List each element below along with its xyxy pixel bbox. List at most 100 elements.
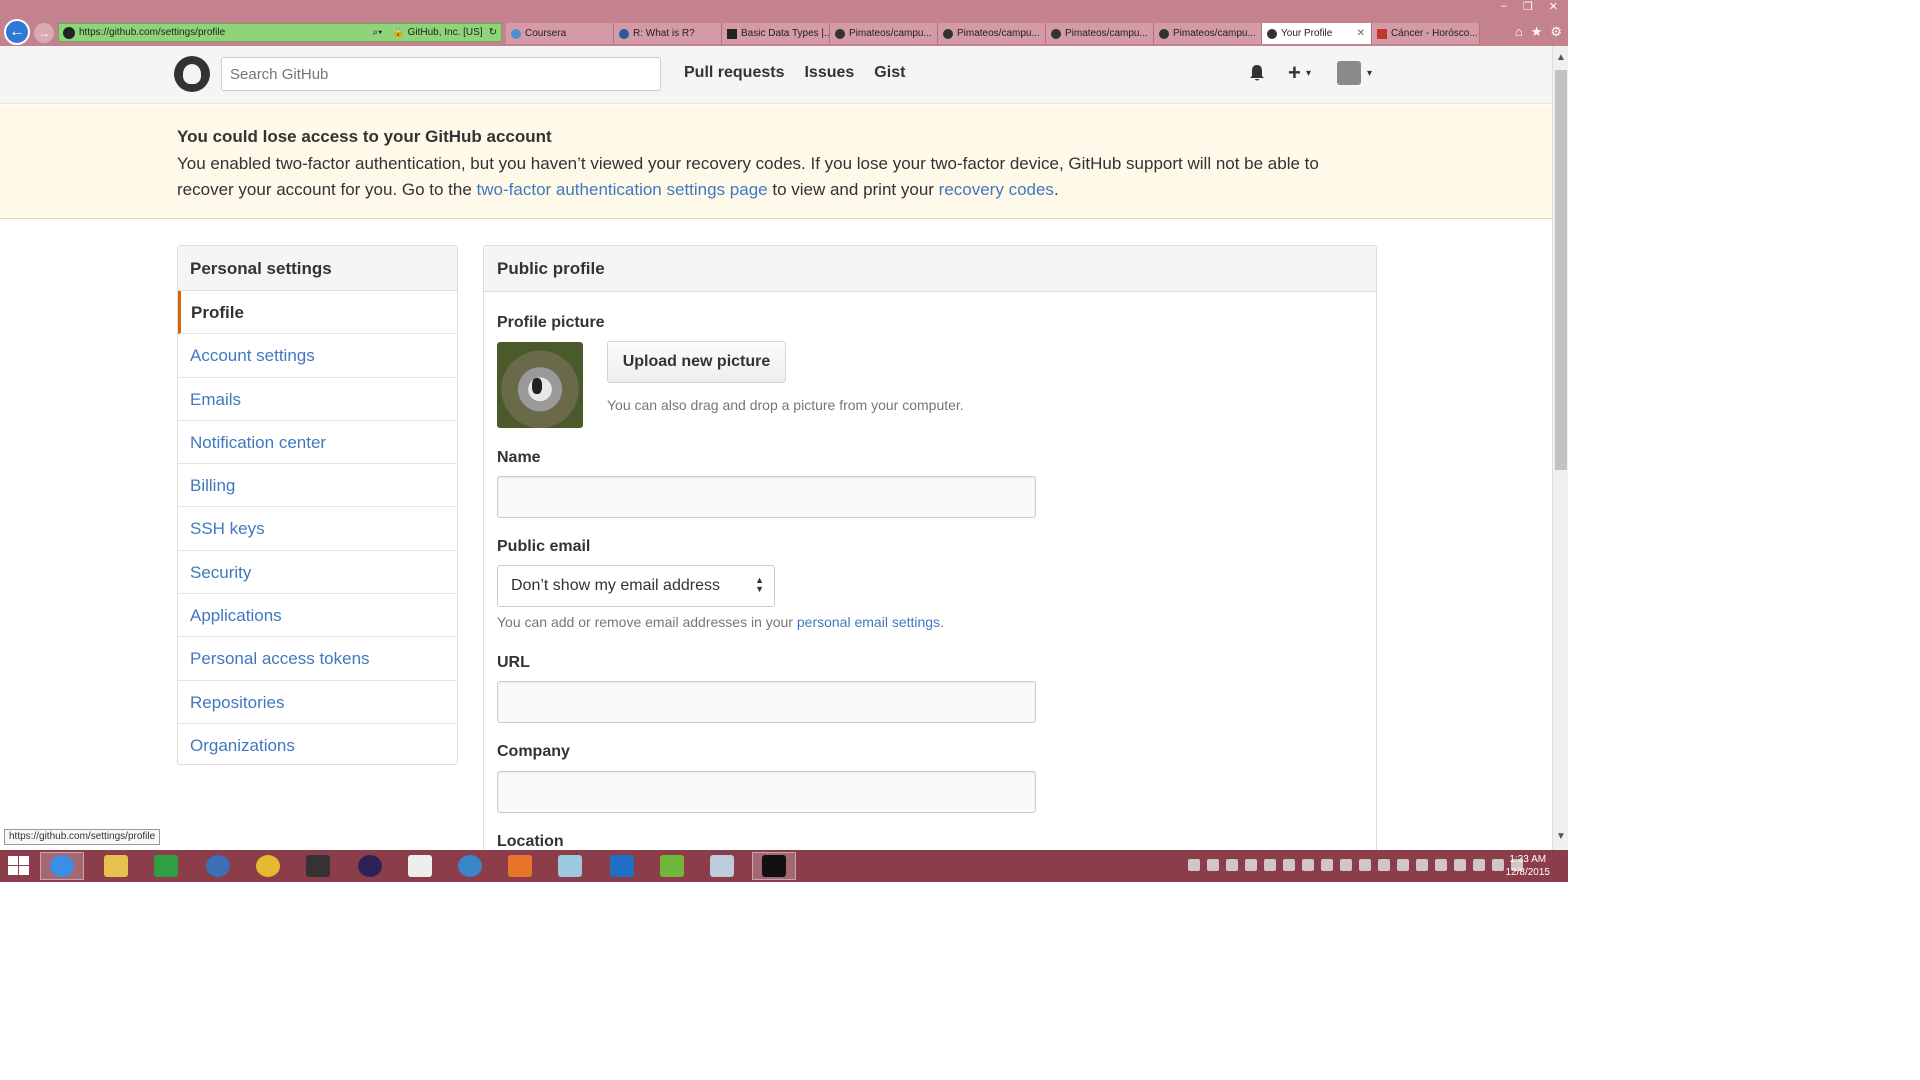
tray-icon[interactable] (1321, 859, 1333, 871)
store-icon[interactable] (144, 852, 188, 880)
home-icon[interactable]: ⌂ (1515, 24, 1523, 40)
close-tab-icon[interactable]: ✕ (1357, 28, 1365, 39)
certificate-label[interactable]: 🔒 GitHub, Inc. [US] (392, 27, 488, 38)
bell-icon[interactable] (1247, 63, 1267, 83)
sidebar-item-personal-access-tokens[interactable]: Personal access tokens (178, 637, 457, 681)
tray-icon[interactable] (1359, 859, 1371, 871)
restore-icon[interactable]: ❐ (1523, 0, 1533, 14)
paint-icon[interactable] (700, 852, 744, 880)
tray-icon[interactable] (1397, 859, 1409, 871)
evernote-icon[interactable] (650, 852, 694, 880)
tray-icon[interactable] (1435, 859, 1447, 871)
upload-picture-button[interactable]: Upload new picture (607, 341, 786, 383)
tab-pimateos-1[interactable]: Pimateos/campu... (830, 23, 938, 44)
profile-picture-label: Profile picture (497, 314, 605, 331)
internet-explorer-icon[interactable] (40, 852, 84, 880)
tab-what-is-r[interactable]: R: What is R? (614, 23, 722, 44)
tab-basic-data-types[interactable]: Basic Data Types |... (722, 23, 830, 44)
tray-icon[interactable] (1454, 859, 1466, 871)
nav-pull-requests[interactable]: Pull requests (684, 64, 784, 82)
panel-title: Public profile (484, 246, 1376, 292)
sidebar-item-organizations[interactable]: Organizations (178, 724, 457, 767)
windows-start-icon[interactable] (8, 856, 30, 876)
name-field[interactable] (497, 476, 1036, 518)
r-app-icon[interactable] (196, 852, 240, 880)
tray-icon[interactable] (1378, 859, 1390, 871)
nav-gist[interactable]: Gist (874, 64, 905, 82)
sidebar-item-applications[interactable]: Applications (178, 594, 457, 638)
sidebar-item-ssh-keys[interactable]: SSH keys (178, 507, 457, 551)
flash-warning-banner: You could lose access to your GitHub acc… (0, 105, 1552, 219)
company-field[interactable] (497, 771, 1036, 813)
tab-pimateos-4[interactable]: Pimateos/campu... (1154, 23, 1262, 44)
avatar[interactable] (1337, 61, 1361, 85)
two-factor-settings-link[interactable]: two-factor authentication settings page (477, 180, 768, 199)
github-favicon-icon (1051, 28, 1061, 39)
gear-icon[interactable]: ⚙ (1550, 24, 1562, 40)
tray-icon[interactable] (1245, 859, 1257, 871)
close-window-icon[interactable]: ✕ (1549, 0, 1558, 14)
scroll-up-icon[interactable]: ▲ (1553, 52, 1569, 63)
scroll-thumb[interactable] (1555, 70, 1567, 470)
tray-icon[interactable] (1340, 859, 1352, 871)
tray-icon[interactable] (1302, 859, 1314, 871)
minimize-icon[interactable]: – (1501, 0, 1507, 14)
location-label: Location (497, 833, 564, 850)
github-favicon-icon (835, 28, 845, 39)
forward-arrow-icon[interactable]: → (34, 23, 54, 43)
browser-chrome: – ❐ ✕ ← → https://github.com/settings/pr… (0, 0, 1568, 46)
windows-taskbar: 1:33 AM 12/8/2015 (0, 850, 1568, 882)
scroll-down-icon[interactable]: ▼ (1553, 831, 1569, 842)
ipython-icon[interactable] (398, 852, 442, 880)
tray-icon[interactable] (1416, 859, 1428, 871)
back-arrow-icon[interactable]: ← (4, 19, 30, 45)
terminal-icon[interactable] (296, 852, 340, 880)
url-field[interactable] (497, 681, 1036, 723)
search-input[interactable] (221, 57, 661, 91)
plus-icon[interactable]: + (1288, 60, 1301, 86)
taskbar-clock[interactable]: 1:33 AM 12/8/2015 (1506, 853, 1551, 879)
cmd-icon[interactable] (752, 852, 796, 880)
sidebar-item-account-settings[interactable]: Account settings (178, 334, 457, 378)
tray-icon[interactable] (1492, 859, 1504, 871)
address-url[interactable]: https://github.com/settings/profile (79, 27, 373, 38)
chrome-icon[interactable] (246, 852, 290, 880)
sidebar-item-security[interactable]: Security (178, 551, 457, 595)
tray-icon[interactable] (1207, 859, 1219, 871)
tray-icon[interactable] (1264, 859, 1276, 871)
sidebar-item-repositories[interactable]: Repositories (178, 681, 457, 724)
chevron-down-icon[interactable]: ▾ (1367, 68, 1372, 79)
nav-issues[interactable]: Issues (804, 64, 854, 82)
app-circle-icon[interactable] (448, 852, 492, 880)
page-scrollbar[interactable]: ▲ ▼ (1552, 46, 1568, 850)
recovery-codes-link[interactable]: recovery codes (939, 180, 1054, 199)
tab-your-profile[interactable]: Your Profile ✕ (1262, 23, 1372, 44)
tray-icon[interactable] (1226, 859, 1238, 871)
file-explorer-icon[interactable] (94, 852, 138, 880)
personal-email-settings-link[interactable]: personal email settings (797, 614, 940, 630)
sidebar-item-emails[interactable]: Emails (178, 378, 457, 421)
sidebar-item-profile[interactable]: Profile (178, 291, 457, 335)
sidebar-item-billing[interactable]: Billing (178, 464, 457, 508)
tray-icon[interactable] (1473, 859, 1485, 871)
tab-cancer-horoscopo[interactable]: Cáncer - Horósco... (1372, 23, 1480, 44)
tray-icon[interactable] (1188, 859, 1200, 871)
mp-icon[interactable] (600, 852, 644, 880)
public-email-select[interactable]: Don’t show my email address ▲ ▼ (497, 565, 775, 607)
chevron-down-icon[interactable]: ▾ (1306, 68, 1311, 79)
star-icon[interactable]: ★ (1531, 24, 1543, 40)
notepad-icon[interactable] (548, 852, 592, 880)
lock-icon: 🔒 (392, 27, 405, 38)
search-dropdown-icon[interactable]: ⌕▾ (373, 27, 383, 38)
tab-pimateos-2[interactable]: Pimateos/campu... (938, 23, 1046, 44)
tab-pimateos-3[interactable]: Pimateos/campu... (1046, 23, 1154, 44)
pdf-icon[interactable] (498, 852, 542, 880)
sidebar-item-notification-center[interactable]: Notification center (178, 421, 457, 465)
url-label: URL (497, 654, 530, 671)
eclipse-icon[interactable] (348, 852, 392, 880)
github-logo-icon[interactable] (174, 56, 210, 92)
tab-coursera[interactable]: Coursera (506, 23, 614, 44)
tray-icon[interactable] (1283, 859, 1295, 871)
address-bar[interactable]: https://github.com/settings/profile ⌕▾ 🔒… (58, 23, 502, 42)
refresh-icon[interactable]: ↻ (489, 27, 501, 38)
